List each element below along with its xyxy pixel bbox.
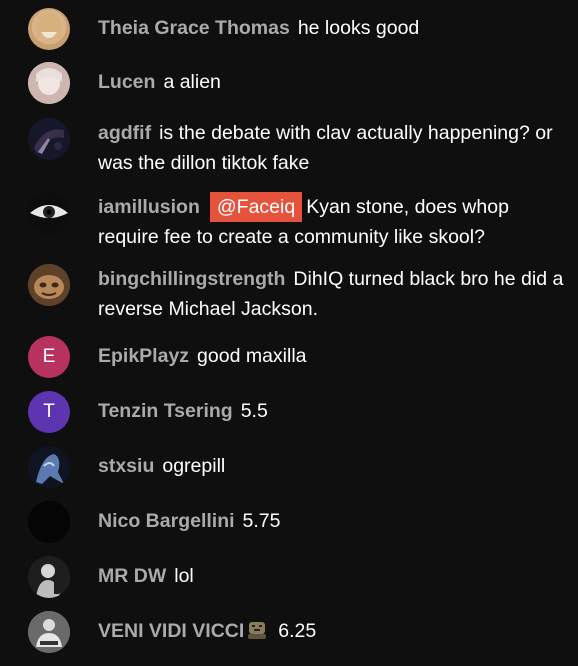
avatar-photo-icon: [37, 12, 61, 42]
user-avatar[interactable]: [28, 446, 70, 488]
avatar-photo-icon: [28, 446, 70, 488]
message-author[interactable]: Theia Grace Thomas: [98, 17, 290, 39]
avatar-initial: T: [43, 401, 55, 422]
message-author[interactable]: stxsiu: [98, 455, 154, 477]
avatar-photo-icon: [28, 611, 70, 653]
user-avatar[interactable]: [28, 8, 70, 50]
message-author[interactable]: agdfif: [98, 122, 151, 144]
avatar-photo-icon: [28, 192, 70, 234]
message-text: 5.75: [242, 510, 281, 532]
avatar-photo-icon: [28, 501, 70, 543]
message-author[interactable]: Nico Bargellini: [98, 510, 235, 532]
message-text: lol: [174, 565, 194, 587]
crying-face-emoji-icon: [248, 622, 267, 639]
message-author[interactable]: VENI VIDI VICCI: [98, 620, 244, 642]
avatar-photo-icon: [28, 62, 70, 104]
message-text: 5.5: [240, 400, 268, 422]
mention-chip[interactable]: @Faceiq: [209, 192, 303, 222]
message-text: 6.25: [278, 620, 317, 642]
message-author[interactable]: EpikPlayz: [98, 345, 189, 367]
user-avatar[interactable]: E: [28, 336, 70, 378]
user-avatar[interactable]: [28, 118, 70, 160]
user-avatar[interactable]: [28, 556, 70, 598]
user-avatar[interactable]: T: [28, 391, 70, 433]
message-text: ogrepill: [162, 455, 226, 477]
message-author[interactable]: bingchillingstrength: [98, 268, 285, 290]
avatar-photo-icon: [28, 556, 70, 598]
user-avatar[interactable]: [28, 264, 70, 306]
avatar-initial: E: [42, 346, 56, 367]
message-author[interactable]: iamillusion: [98, 196, 200, 218]
user-avatar[interactable]: [28, 501, 70, 543]
message-author[interactable]: MR DW: [98, 565, 166, 587]
avatar-photo-icon: [28, 264, 70, 306]
message-text: a alien: [163, 71, 221, 93]
user-avatar[interactable]: [28, 611, 70, 653]
message-author[interactable]: Lucen: [98, 71, 155, 93]
message-text: is the debate with clav actually happeni…: [98, 122, 553, 174]
message-text: good maxilla: [197, 345, 307, 367]
message-text: he looks good: [297, 17, 420, 39]
user-avatar[interactable]: [28, 192, 70, 234]
avatar-photo-icon: [28, 118, 70, 160]
live-chat-feed: Theia Grace Thomas he looks good Lucen a a…: [0, 0, 578, 666]
user-avatar[interactable]: [28, 62, 70, 104]
message-author[interactable]: Tenzin Tsering: [98, 400, 233, 422]
